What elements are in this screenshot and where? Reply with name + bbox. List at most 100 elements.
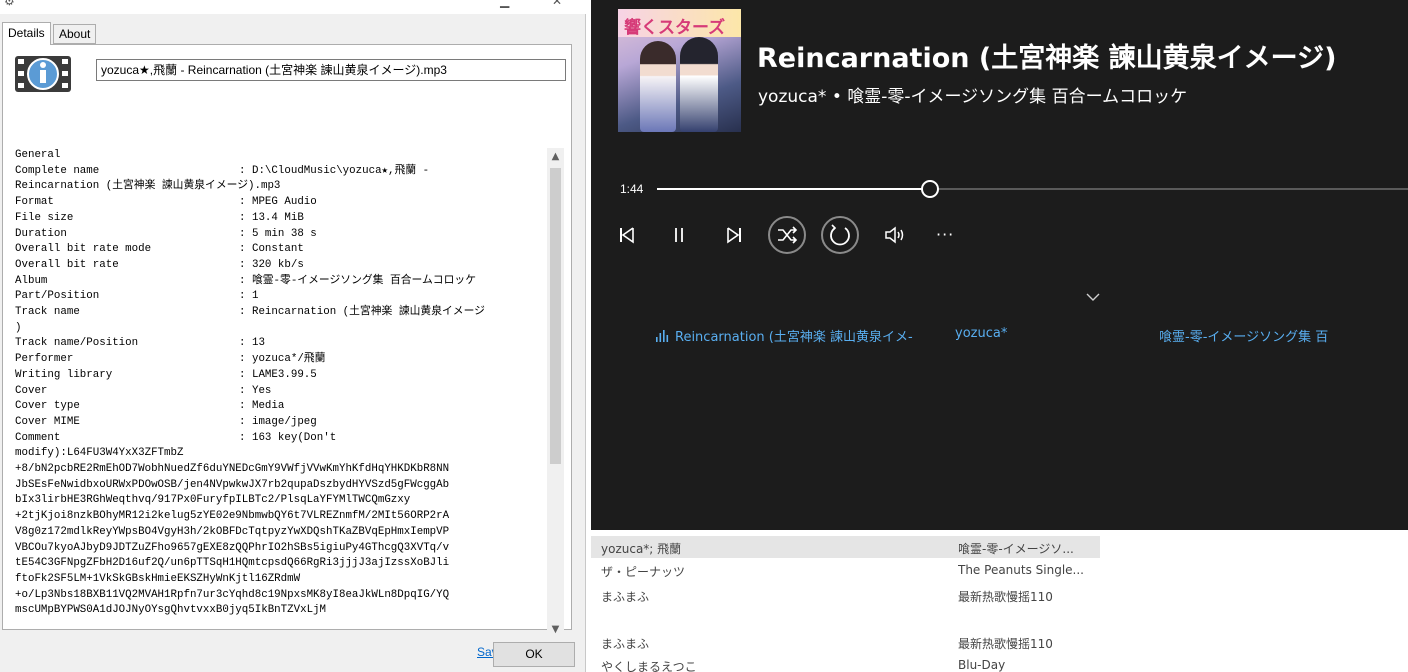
- close-icon[interactable]: ✕: [552, 0, 562, 8]
- report-field-name: Complete name: [15, 164, 100, 177]
- scrollbar-thumb[interactable]: [550, 168, 561, 464]
- list-item-artist: やくしまるえつこ: [601, 660, 697, 672]
- report-field-name: Overall bit rate: [15, 258, 119, 271]
- report-section-heading: General: [15, 149, 61, 161]
- report-field-value: : 喰霊-零-イメージソング集 百合ームコロッケ: [239, 274, 476, 287]
- list-item-album: 喰霊-零-イメージソ...: [958, 542, 1074, 556]
- previous-icon[interactable]: [618, 222, 636, 248]
- report-field-name: Cover type: [15, 400, 80, 413]
- report-row: Writing library : LAME3.99.5: [15, 368, 545, 384]
- report-field-name: Writing library: [15, 368, 113, 381]
- album-art-figure: [640, 41, 676, 132]
- song-artist-album[interactable]: yozuca* • 喰霊-零-イメージソング集 百合ームコロッケ: [758, 82, 1187, 107]
- dialog-titlebar: ⚙ ▁ ✕: [0, 0, 586, 14]
- report-comment-line: +2tjKjoi8nzkBOhyMR12i2kelug5zYE02e9Nbmwb…: [15, 510, 450, 523]
- ok-button[interactable]: OK: [493, 642, 575, 667]
- report-row: Overall bit rate mode: Constant: [15, 242, 545, 258]
- report-row: Cover type: Media: [15, 399, 545, 415]
- minimize-icon[interactable]: ▁: [500, 0, 509, 8]
- tab-about[interactable]: About: [53, 24, 97, 44]
- report-comment-line: +8/bN2pcbRE2RmEhOD7WobhNuedZf6duYNEDcGmY…: [15, 463, 450, 476]
- queue-now-playing[interactable]: Reincarnation (土宮神楽 諫山黄泉イメ-: [655, 326, 913, 345]
- report-field-name: Reincarnation (土宮神楽 諫山黄泉イメージ).mp3: [15, 180, 281, 193]
- report-field-value: : 320 kb/s: [239, 258, 304, 271]
- shuffle-icon: [778, 226, 798, 244]
- report-row: Duration : 5 min 38 s: [15, 227, 545, 243]
- report-row: Part/Position: 1: [15, 289, 545, 305]
- pause-icon[interactable]: [672, 222, 686, 248]
- album-art[interactable]: 響くスターズ: [618, 9, 741, 132]
- report-text: General Complete name: D:\CloudMusic\yoz…: [15, 148, 545, 624]
- report-field-value: : 5 min 38 s: [239, 227, 317, 240]
- list-item-artist: まふまふ: [601, 637, 650, 651]
- report-scrollbar[interactable]: ▲ ▼: [547, 148, 564, 638]
- report-field-value: : Constant: [239, 243, 304, 256]
- repeat-button[interactable]: [821, 216, 859, 254]
- queue-artist[interactable]: yozuca*: [955, 326, 1007, 341]
- report-field-name: Album: [15, 274, 48, 287]
- volume-icon[interactable]: [883, 222, 909, 248]
- report-field-name: Cover: [15, 384, 48, 397]
- list-item-album: 最新热歌慢摇110: [958, 637, 1053, 651]
- queue-album[interactable]: 喰霊-零-イメージソング集 百: [1159, 326, 1328, 345]
- list-item[interactable]: やくしまるえつこ Blu-Day: [591, 654, 1408, 672]
- report-row: Reincarnation (土宮神楽 諫山黄泉イメージ).mp3: [15, 179, 545, 195]
- report-comment-line: V8g0z172mdlkReyYWpsBO4VgyH3h/2kOBFDcTqtp…: [15, 525, 450, 538]
- report-field-name: Track name: [15, 306, 80, 319]
- report-field-value: : 13: [239, 337, 265, 350]
- report-row: Overall bit rate : 320 kb/s: [15, 258, 545, 274]
- screen: ⚙ ▁ ✕ Details About yozuca★,飛蘭 - Reincar…: [0, 0, 1408, 672]
- current-time: 1:44: [620, 182, 644, 196]
- report-comment-line: tE54C3GFNpgZFbH2D16uf2Q/un6pTTSqH1HQmtcp…: [15, 557, 450, 570]
- list-item-album: The Peanuts Single...: [958, 563, 1084, 577]
- list-item-artist: ザ・ピーナッツ: [601, 565, 686, 579]
- report-row: File size : 13.4 MiB: [15, 211, 545, 227]
- filename-field[interactable]: yozuca★,飛蘭 - Reincarnation (土宮神楽 諫山黄泉イメー…: [96, 59, 566, 81]
- report-row: Format: MPEG Audio: [15, 195, 545, 211]
- report-field-name: Duration: [15, 227, 67, 240]
- scroll-down-icon[interactable]: ▼: [547, 621, 564, 638]
- album-art-logo: 響くスターズ: [624, 18, 726, 38]
- list-item[interactable]: まふまふ 最新热歌慢摇110: [591, 584, 1408, 606]
- report-row: Performer : yozuca*/飛蘭: [15, 352, 545, 368]
- report-comment: modify):L64FU3W4YxX3ZFTmbZ +8/bN2pcbRE2Rm…: [15, 446, 545, 619]
- list-item[interactable]: まふまふ 最新热歌慢摇110: [591, 631, 1408, 653]
- details-panel: yozuca★,飛蘭 - Reincarnation (土宮神楽 諫山黄泉イメー…: [2, 44, 572, 659]
- report-field-value: : Yes: [239, 384, 272, 397]
- report-field-name: Part/Position: [15, 290, 100, 303]
- report-fields: Complete name: D:\CloudMusic\yozuca★,飛蘭 …: [15, 164, 545, 447]
- shuffle-button[interactable]: [768, 216, 806, 254]
- report-field-value: : LAME3.99.5: [239, 368, 317, 381]
- list-item-artist: yozuca*; 飛蘭: [601, 542, 682, 556]
- app-icon: ⚙: [4, 0, 15, 8]
- mediainfo-dialog: ⚙ ▁ ✕ Details About yozuca★,飛蘭 - Reincar…: [0, 0, 586, 672]
- chevron-down-icon[interactable]: [1085, 287, 1101, 306]
- track-list: yozuca*; 飛蘭 喰霊-零-イメージソ... ザ・ピーナッツ The Pe…: [591, 530, 1408, 672]
- list-item[interactable]: yozuca*; 飛蘭 喰霊-零-イメージソ...: [591, 536, 1100, 558]
- report-field-name: Track name/Position: [15, 337, 139, 350]
- list-item-album: Blu-Day: [958, 658, 1006, 672]
- report-row: Cover MIME: image/jpeg: [15, 415, 545, 431]
- report-field-value: : yozuca*/飛蘭: [239, 353, 326, 366]
- seek-bar-thumb[interactable]: [921, 180, 939, 198]
- report-comment-line: VBCOu7kyoAJbyD9JDTZuZFho9657gEXE8zQQPhrI…: [15, 541, 450, 554]
- report-row: Cover : Yes: [15, 384, 545, 400]
- next-icon[interactable]: [725, 222, 743, 248]
- equalizer-icon: [656, 330, 669, 342]
- repeat-icon: [830, 224, 850, 246]
- list-item-artist: まふまふ: [601, 590, 650, 604]
- scroll-up-icon[interactable]: ▲: [547, 148, 564, 165]
- report-field-name: Performer: [15, 353, 74, 366]
- report-comment-line: modify):L64FU3W4YxX3ZFTmbZ: [15, 447, 184, 460]
- mediainfo-file-icon: [15, 56, 71, 92]
- report-row: Track name/Position : 13: [15, 336, 545, 352]
- report-comment-line: bIx3lirbHE3RGhWeqthvq/917Px0FuryfpILBTc2…: [15, 494, 411, 507]
- report-row: Complete name: D:\CloudMusic\yozuca★,飛蘭 …: [15, 164, 545, 180]
- report-row: Track name: Reincarnation (土宮神楽 諫山黄泉イメージ: [15, 305, 545, 321]
- report-field-name: File size: [15, 211, 74, 224]
- report-field-value: : 13.4 MiB: [239, 211, 304, 224]
- report-field-value: [239, 321, 545, 337]
- tab-details[interactable]: Details: [2, 22, 51, 45]
- list-item[interactable]: ザ・ピーナッツ The Peanuts Single...: [591, 559, 1408, 581]
- more-options-icon[interactable]: ···: [936, 222, 954, 248]
